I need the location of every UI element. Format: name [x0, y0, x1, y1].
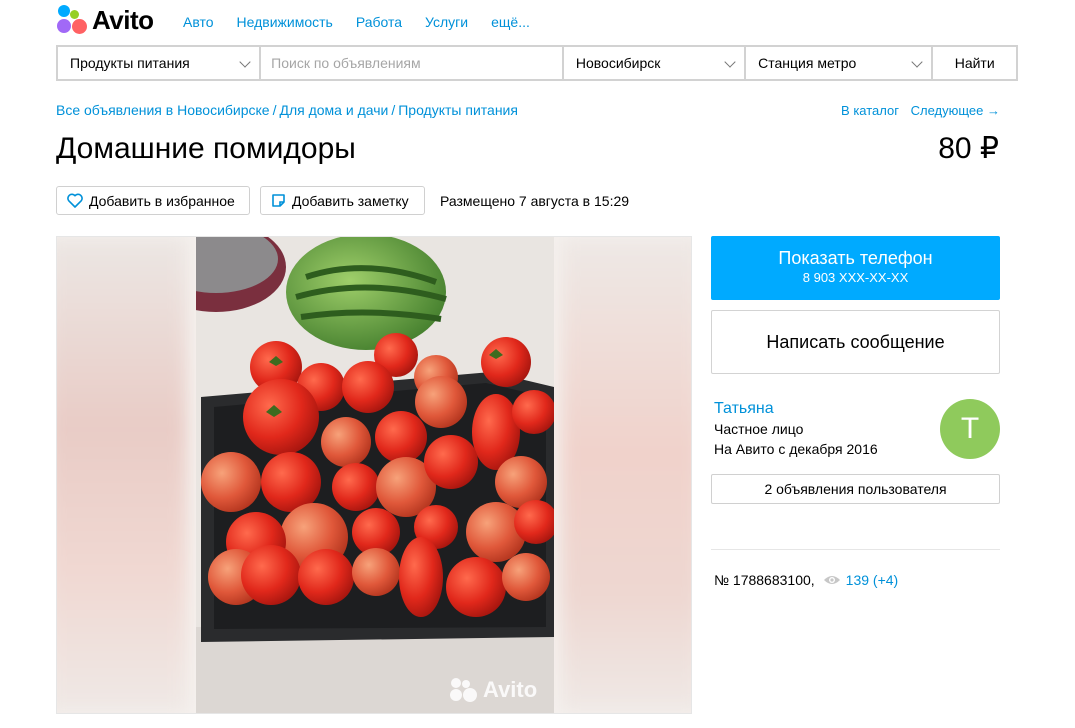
search-input[interactable]: Поиск по объявлениям	[261, 47, 562, 79]
avito-logo-text: Avito	[92, 5, 154, 35]
breadcrumb-food[interactable]: Продукты питания	[398, 102, 518, 118]
category-select-value: Продукты питания	[70, 55, 190, 71]
tomatoes-photo	[196, 237, 554, 713]
views-count[interactable]: 139 (+4)	[846, 572, 899, 588]
search-input-placeholder: Поиск по объявлениям	[271, 55, 421, 71]
photo-watermark: Avito	[449, 677, 537, 703]
avito-logo[interactable]: Avito	[56, 4, 154, 36]
note-icon	[272, 194, 285, 207]
search-button[interactable]: Найти	[933, 47, 1016, 79]
catalog-links: В каталог Следующее →	[833, 103, 1000, 118]
avatar[interactable]: Т	[940, 399, 1000, 459]
chevron-down-icon	[239, 56, 251, 68]
top-nav: Авто Недвижимость Работа Услуги ещё...	[183, 14, 553, 30]
breadcrumb: Все объявления в Новосибирске / Для дома и…	[56, 102, 518, 118]
nav-jobs[interactable]: Работа	[356, 14, 402, 30]
photo-gallery[interactable]: Avito	[56, 236, 692, 714]
category-select[interactable]: Продукты питания	[58, 47, 260, 79]
heart-icon	[67, 193, 83, 208]
show-phone-button[interactable]: Показать телефон 8 903 XXX-XX-XX	[711, 236, 1000, 300]
chevron-down-icon	[724, 56, 736, 68]
to-catalog-link[interactable]: В каталог	[841, 103, 899, 118]
next-listing-link[interactable]: Следующее →	[911, 103, 1000, 118]
seller-name[interactable]: Татьяна	[714, 400, 774, 418]
seller-ads-button[interactable]: 2 объявления пользователя	[711, 474, 1000, 504]
watermark-text: Avito	[483, 677, 538, 702]
add-favorite-button[interactable]: Добавить в избранное	[56, 186, 250, 215]
chevron-down-icon	[911, 56, 924, 68]
divider	[711, 549, 1000, 550]
search-bar: Продукты питания Поиск по объявлениям Но…	[56, 45, 1018, 81]
seller-since: На Авито с декабря 2016	[714, 441, 878, 457]
nav-auto[interactable]: Авто	[183, 14, 214, 30]
add-favorite-label: Добавить в избранное	[89, 192, 235, 209]
page-title: Домашние помидоры	[56, 132, 356, 165]
listing-meta: № 1788683100, 139 (+4)	[714, 572, 898, 588]
avito-logo-icon	[56, 4, 88, 36]
city-select-value: Новосибирск	[575, 55, 661, 71]
breadcrumb-home-garden[interactable]: Для дома и дачи	[279, 102, 388, 118]
avito-watermark-icon	[450, 678, 477, 702]
breadcrumb-all[interactable]: Все объявления в Новосибирске	[56, 102, 270, 118]
show-phone-label: Показать телефон	[778, 248, 933, 268]
metro-select[interactable]: Станция метро	[746, 47, 932, 79]
listing-number: № 1788683100,	[714, 572, 815, 588]
city-select[interactable]: Новосибирск	[563, 47, 745, 79]
phone-masked: 8 903 XXX-XX-XX	[802, 270, 909, 285]
seller-type: Частное лицо	[714, 421, 804, 437]
add-note-label: Добавить заметку	[292, 192, 409, 209]
blurred-background-right	[561, 237, 691, 713]
posted-date: Размещено 7 августа в 15:29	[440, 193, 630, 209]
blurred-background-left	[57, 237, 187, 713]
write-message-button[interactable]: Написать сообщение	[711, 310, 1000, 374]
breadcrumb-separator: /	[391, 102, 396, 118]
eye-icon	[823, 576, 840, 584]
metro-select-value: Станция метро	[758, 55, 857, 71]
add-note-button[interactable]: Добавить заметку	[260, 186, 425, 215]
nav-services[interactable]: Услуги	[425, 14, 468, 30]
listing-photo[interactable]	[196, 237, 554, 713]
nav-realty[interactable]: Недвижимость	[237, 14, 333, 30]
nav-more[interactable]: ещё...	[491, 14, 530, 30]
price: 80 ₽	[938, 132, 999, 165]
breadcrumb-separator: /	[272, 102, 277, 118]
